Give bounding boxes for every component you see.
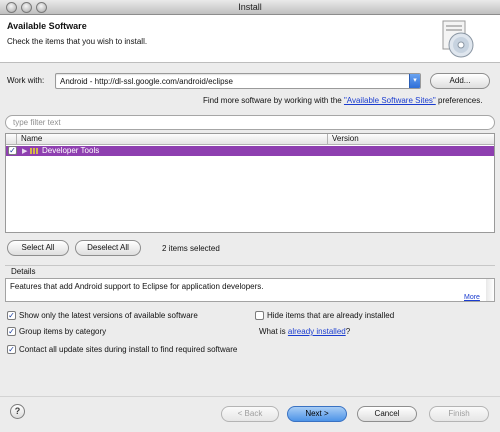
window-title: Install — [238, 2, 262, 12]
finish-button[interactable]: Finish — [429, 406, 489, 422]
details-text: Features that add Android support to Ecl… — [10, 282, 264, 291]
details-more-link[interactable]: More — [464, 294, 480, 301]
more-software-suffix: preferences. — [435, 96, 483, 105]
selection-count: 2 items selected — [162, 244, 220, 253]
filter-placeholder: type filter text — [13, 118, 61, 127]
footer-divider — [0, 396, 500, 397]
details-scrollbar[interactable] — [486, 278, 495, 302]
what-is-prefix: What is — [259, 327, 288, 336]
software-table[interactable]: Name Version ✓ ▶ Developer Tools — [5, 133, 495, 233]
row-checkbox[interactable]: ✓ — [8, 146, 17, 155]
what-is-installed-line: What is already installed? — [259, 327, 350, 336]
more-software-line: Find more software by working with the "… — [203, 96, 482, 105]
available-software-sites-link[interactable]: "Available Software Sites" — [344, 96, 436, 105]
add-site-button[interactable]: Add... — [430, 73, 490, 89]
cancel-button[interactable]: Cancel — [357, 406, 417, 422]
hide-installed-label: Hide items that are already installed — [267, 311, 395, 320]
show-latest-label: Show only the latest versions of availab… — [19, 311, 198, 320]
details-divider — [5, 265, 495, 266]
details-label: Details — [11, 267, 36, 276]
work-with-combo[interactable]: Android - http://dl-ssl.google.com/andro… — [55, 73, 421, 89]
back-button[interactable]: < Back — [221, 406, 279, 422]
already-installed-link[interactable]: already installed — [288, 327, 346, 336]
filter-input[interactable]: type filter text — [5, 115, 495, 130]
category-icon — [30, 148, 38, 154]
help-button[interactable]: ? — [10, 404, 25, 419]
group-by-category-checkbox[interactable]: ✓ — [7, 327, 16, 336]
combo-dropdown-icon[interactable]: ▾ — [409, 74, 420, 88]
install-disc-icon — [442, 20, 474, 58]
deselect-all-button[interactable]: Deselect All — [75, 240, 141, 256]
row-label: Developer Tools — [42, 146, 100, 155]
work-with-label: Work with: — [7, 76, 45, 85]
page-title: Available Software — [7, 21, 87, 31]
table-row[interactable]: ✓ ▶ Developer Tools — [6, 146, 494, 156]
more-software-prefix: Find more software by working with the — [203, 96, 344, 105]
hide-installed-checkbox[interactable] — [255, 311, 264, 320]
column-header-version[interactable]: Version — [327, 134, 494, 145]
page-subtitle: Check the items that you wish to install… — [7, 37, 148, 46]
details-text-area: Features that add Android support to Ecl… — [5, 278, 490, 302]
contact-sites-checkbox[interactable]: ✓ — [7, 345, 16, 354]
expand-arrow-icon[interactable]: ▶ — [22, 147, 27, 155]
work-with-value: Android - http://dl-ssl.google.com/andro… — [60, 77, 233, 86]
column-header-name[interactable]: Name — [16, 134, 327, 145]
select-all-button[interactable]: Select All — [7, 240, 69, 256]
show-latest-checkbox[interactable]: ✓ — [7, 311, 16, 320]
group-by-category-label: Group items by category — [19, 327, 107, 336]
contact-sites-label: Contact all update sites during install … — [19, 345, 238, 354]
what-is-suffix: ? — [345, 327, 351, 336]
next-button[interactable]: Next > — [287, 406, 347, 422]
table-header-check — [6, 134, 16, 145]
